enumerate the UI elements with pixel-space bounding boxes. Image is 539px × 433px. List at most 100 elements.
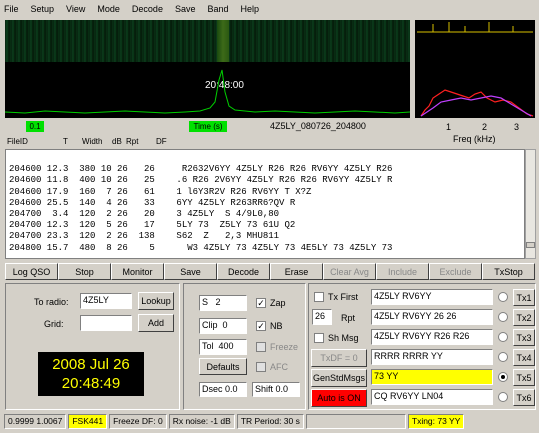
auto-on-button[interactable]: Auto is ON <box>311 389 367 407</box>
status-tr-period: TR Period: 30 s <box>236 414 304 429</box>
freq-tick-2: 2 <box>482 122 488 132</box>
waterfall-signal-trace <box>217 20 229 62</box>
txstop-button[interactable]: TxStop <box>482 263 535 280</box>
tx2-button[interactable]: Tx2 <box>513 309 535 326</box>
tx1-message[interactable]: 4Z5LY RV6YY <box>371 289 493 305</box>
tx5-message[interactable]: 73 YY <box>371 369 493 385</box>
tx4-message[interactable]: RRRR RRRR YY <box>371 349 493 365</box>
shift-label: Shift <box>255 384 274 394</box>
tx3-button[interactable]: Tx3 <box>513 329 535 346</box>
to-radio-input[interactable]: 4Z5LY <box>80 293 132 309</box>
col-df: DF <box>156 137 167 146</box>
menu-view[interactable]: View <box>66 4 85 14</box>
freq-tick-3: 3 <box>514 122 520 132</box>
tx3-radio[interactable] <box>498 332 508 342</box>
freeze-checkbox[interactable] <box>256 342 266 352</box>
s-spinner[interactable]: S 2 <box>199 295 247 311</box>
time-axis-button[interactable]: Time (s) <box>189 121 227 132</box>
log-qso-button[interactable]: Log QSO <box>5 263 58 280</box>
tx6-message[interactable]: CQ RV6YY LN04 <box>371 389 493 405</box>
decode-row[interactable]: 204800 15.7 480 8 26 5 W3 4Z5LY 73 4Z5LY… <box>9 243 524 254</box>
decode-row[interactable]: 204700 23.3 120 2 26 138 S62 Z 2,3 MHU81… <box>9 231 524 242</box>
stop-button[interactable]: Stop <box>58 263 111 280</box>
time-start-label: 0.1 <box>26 121 44 132</box>
rpt-input[interactable]: 26 <box>312 309 332 325</box>
menu-band[interactable]: Band <box>207 4 228 14</box>
status-rx-noise: Rx noise: -1 dB <box>168 414 235 429</box>
dsec-label: Dsec <box>202 384 223 394</box>
s-label: S <box>202 297 209 307</box>
tol-label: Tol <box>202 341 214 351</box>
defaults-button[interactable]: Defaults <box>199 358 247 375</box>
afc-checkbox[interactable] <box>256 362 266 372</box>
clip-spinner[interactable]: Clip 0 <box>199 318 247 334</box>
afc-label: AFC <box>270 362 288 372</box>
menu-setup[interactable]: Setup <box>31 4 55 14</box>
s-value: 2 <box>215 297 221 307</box>
shift-spinner[interactable]: Shift 0.0 <box>252 382 300 397</box>
tx2-message[interactable]: 4Z5LY RV6YY 26 26 <box>371 309 493 325</box>
decode-row[interactable]: 204700 12.3 120 5 26 17 5LY 73 Z5LY 73 6… <box>9 220 524 231</box>
zap-checkbox[interactable]: ✓ <box>256 298 266 308</box>
tx5-radio[interactable] <box>498 372 508 382</box>
txdf-button[interactable]: TxDF = 0 <box>311 349 367 367</box>
tx5-button[interactable]: Tx5 <box>513 369 535 386</box>
gen-std-msgs-button[interactable]: GenStdMsgs <box>311 369 367 387</box>
status-bar: 0.9999 1.0067 FSK441 Freeze DF: 0 Rx noi… <box>0 412 539 431</box>
decode-row[interactable]: 204600 17.9 160 7 26 61 1 l6Y3R2V R26 RV… <box>9 187 524 198</box>
grid-input[interactable] <box>80 315 132 331</box>
tx3-message[interactable]: 4Z5LY RV6YY R26 R26 <box>371 329 493 345</box>
rpt-label: Rpt <box>341 313 356 323</box>
menu-help[interactable]: Help <box>241 4 260 14</box>
lookup-button[interactable]: Lookup <box>138 292 174 310</box>
shift-value: 0.0 <box>275 384 289 394</box>
tol-spinner[interactable]: Tol 400 <box>199 339 247 355</box>
decode-button[interactable]: Decode <box>217 263 270 280</box>
save-button[interactable]: Save <box>164 263 217 280</box>
tx4-radio[interactable] <box>498 352 508 362</box>
freq-tick-1: 1 <box>446 122 452 132</box>
status-txing: Txing: 73 YY <box>407 414 465 429</box>
tx6-radio[interactable] <box>498 392 508 402</box>
dsec-spinner[interactable]: Dsec 0.0 <box>199 382 247 397</box>
status-spacer <box>305 414 406 429</box>
spectrum-plot <box>417 22 534 117</box>
decode-row[interactable]: 204600 25.5 140 4 26 33 6YY 4Z5LY R263RR… <box>9 198 524 209</box>
clock-time: 20:48:49 <box>61 375 121 392</box>
tx2-radio[interactable] <box>498 312 508 322</box>
tx1-button[interactable]: Tx1 <box>513 289 535 306</box>
erase-button[interactable]: Erase <box>270 263 323 280</box>
sh-msg-checkbox[interactable] <box>314 333 324 343</box>
scrollbar-thumb[interactable] <box>526 242 535 248</box>
clear-avg-button[interactable]: Clear Avg <box>323 263 376 280</box>
menu-decode[interactable]: Decode <box>132 4 163 14</box>
include-button[interactable]: Include <box>376 263 429 280</box>
status-ratio: 0.9999 1.0067 <box>4 414 67 429</box>
tx4-button[interactable]: Tx4 <box>513 349 535 366</box>
menu-save[interactable]: Save <box>175 4 196 14</box>
zap-label: Zap <box>270 298 286 308</box>
nb-checkbox[interactable]: ✓ <box>256 321 266 331</box>
current-filename: 4Z5LY_080726_204800 <box>270 121 366 131</box>
menu-mode[interactable]: Mode <box>97 4 120 14</box>
waterfall-spectrogram <box>5 20 410 62</box>
decode-row[interactable]: 204600 11.8 400 10 26 25 .6 R26 2V6YY 4Z… <box>9 175 524 186</box>
decoded-text-list[interactable]: 204600 12.3 380 10 26 26 R2632V6YY 4Z5LY… <box>5 149 525 259</box>
grid-label: Grid: <box>44 319 64 329</box>
waterfall-display[interactable]: 20:48:00 <box>5 20 410 118</box>
menu-bar: File Setup View Mode Decode Save Band He… <box>0 0 539 18</box>
exclude-button[interactable]: Exclude <box>429 263 482 280</box>
tx1-radio[interactable] <box>498 292 508 302</box>
status-freeze-df: Freeze DF: 0 <box>109 414 167 429</box>
col-fileid: FileID <box>7 137 28 146</box>
decode-list-scrollbar[interactable] <box>525 149 536 259</box>
menu-file[interactable]: File <box>4 4 19 14</box>
signal-power-plot <box>5 69 410 114</box>
tx-first-checkbox[interactable] <box>314 292 324 302</box>
tx6-button[interactable]: Tx6 <box>513 389 535 406</box>
monitor-button[interactable]: Monitor <box>111 263 164 280</box>
decode-row[interactable]: 204600 12.3 380 10 26 26 R2632V6YY 4Z5LY… <box>9 164 524 175</box>
decode-row[interactable]: 204700 3.4 120 2 26 20 3 4Z5LY S 4/9L0,8… <box>9 209 524 220</box>
add-button[interactable]: Add <box>138 314 174 332</box>
frequency-spectrum-panel <box>415 20 535 118</box>
